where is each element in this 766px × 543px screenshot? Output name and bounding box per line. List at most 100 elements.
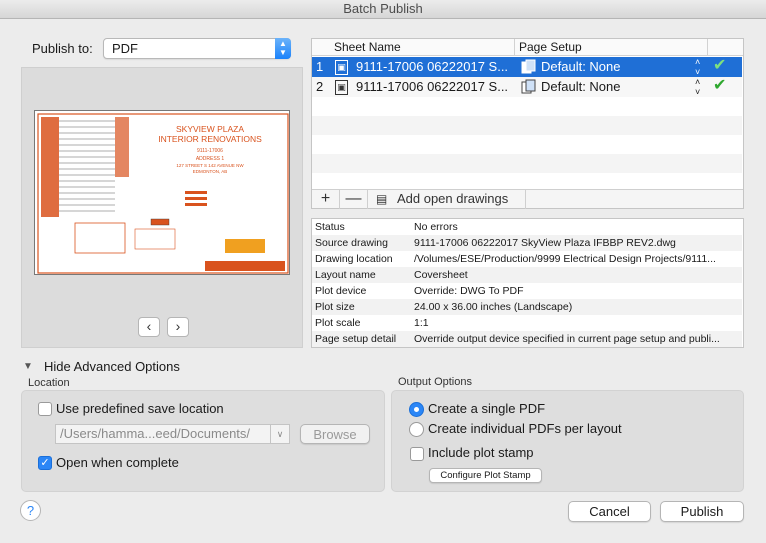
drawing-folder-icon: ▤ [376,192,388,206]
table-toolbar: + — ▤ Add open drawings [312,189,743,209]
details-row: Page setup detail Override output device … [312,331,742,347]
details-row: Plot scale 1:1 [312,315,742,331]
sheet-thumbnail: SKYVIEW PLAZA INTERIOR RENOVATIONS 9111-… [34,110,290,275]
publish-format-value: PDF [112,41,138,56]
details-value: 24.00 x 36.00 inches (Landscape) [414,301,573,313]
details-value: /Volumes/ESE/Production/9999 Electrical … [414,253,716,265]
details-value: Coversheet [414,269,468,281]
individual-pdfs-radio[interactable] [409,422,424,437]
browse-button[interactable]: Browse [300,424,370,444]
setup-stepper-icon[interactable]: ˄ ˅ [695,57,700,77]
individual-pdfs-label: Create individual PDFs per layout [428,421,622,436]
row-sheet-name: 9111-17006 06222017 S... [356,79,509,94]
add-open-drawings-label: Add open drawings [396,191,509,206]
browse-label: Browse [313,427,357,442]
question-mark-icon: ? [26,503,35,518]
remove-sheet-button[interactable]: — [340,190,368,209]
help-button[interactable]: ? [20,500,41,521]
next-sheet-button[interactable]: › [167,317,189,337]
col-header-sheet-name[interactable]: Sheet Name [312,39,515,56]
col-header-page-setup-label: Page Setup [519,40,582,54]
setup-stepper-icon[interactable]: ˄ ˅ [695,77,700,97]
publish-label: Publish [680,504,724,519]
publish-to-label: Publish to: [32,41,93,56]
details-row: Plot device Override: DWG To PDF [312,283,742,299]
sheet-title-1: SKYVIEW PLAZA [175,124,245,134]
chevron-left-icon: ‹ [146,318,152,334]
preview-panel: SKYVIEW PLAZA INTERIOR RENOVATIONS 9111-… [21,67,303,348]
open-when-complete-label: Open when complete [56,455,179,470]
add-open-drawings-button[interactable]: ▤ Add open drawings [368,190,526,209]
sheet-sub-2: ADDRESS 1 [195,156,225,162]
sheets-table: Sheet Name Page Setup 1 ▣ 9111-17006 062… [311,38,744,209]
predefined-location-label: Use predefined save location [56,401,224,416]
details-value: Override: DWG To PDF [414,285,524,297]
single-pdf-label: Create a single PDF [428,401,546,416]
row-page-setup: Default: None [541,59,621,74]
cancel-label: Cancel [589,504,630,519]
hide-advanced-options[interactable]: Hide Advanced Options [44,359,180,374]
add-sheet-button[interactable]: + [312,190,340,209]
prev-sheet-button[interactable]: ‹ [138,317,160,337]
col-header-page-setup[interactable]: Page Setup [515,39,708,56]
details-value: 1:1 [414,317,429,329]
output-group: Create a single PDF Create individual PD… [391,390,744,492]
page-setup-icon [521,59,537,75]
col-header-sheet-name-label: Sheet Name [334,40,401,54]
plus-icon: + [320,190,331,207]
publish-format-select[interactable]: PDF ▲ ▼ [103,38,291,59]
sheet-details: Status No errors Source drawing 9111-17006 … [311,218,744,348]
details-value: Override output device specified in curr… [414,333,720,345]
table-row[interactable]: 1 ▣ 9111-17006 06222017 S... Default: No… [312,57,742,77]
details-row: Layout name Coversheet [312,267,742,283]
window-title: Batch Publish [343,1,423,16]
details-key: Source drawing [315,237,388,249]
page-setup-icon [521,79,537,95]
cancel-button[interactable]: Cancel [568,501,651,522]
disclosure-triangle-icon[interactable]: ▼ [23,361,33,372]
output-section-label: Output Options [398,376,472,388]
details-row: Plot size 24.00 x 36.00 inches (Landscape… [312,299,742,315]
empty-row [312,154,742,173]
save-path-field[interactable]: /Users/hamma...eed/Documents/ [55,424,289,444]
details-key: Plot device [315,285,367,297]
details-key: Plot scale [315,317,361,329]
chevron-right-icon: › [175,318,181,334]
details-row: Source drawing 9111-17006 06222017 SkyVie… [312,235,742,251]
details-key: Layout name [315,269,376,281]
single-pdf-radio[interactable] [409,402,424,417]
details-row: Drawing location/Volumes/ESE/Production/… [312,251,742,267]
checkmark-icon: ✔ [713,77,727,94]
row-number: 2 [316,79,324,94]
predefined-location-checkbox[interactable] [38,402,52,416]
configure-plot-stamp-button[interactable]: Configure Plot Stamp [429,468,542,483]
plot-stamp-label: Include plot stamp [428,445,534,460]
drawing-file-icon: ▣ [335,80,348,95]
chevron-updown-icon: ▲ ▼ [275,38,291,59]
publish-button[interactable]: Publish [660,501,744,522]
row-page-setup: Default: None [541,79,621,94]
details-key: Plot size [315,301,355,313]
empty-row [312,135,742,154]
details-value: 9111-17006 06222017 SkyView Plaza IFBBP … [414,237,676,249]
checkmark-icon: ✓ [40,457,50,469]
chevron-down-icon[interactable]: ∨ [270,424,290,444]
row-sheet-name: 9111-17006 06222017 S... [356,59,509,74]
open-when-complete-checkbox[interactable]: ✓ [38,456,52,470]
col-header-status [708,39,743,56]
plot-stamp-checkbox[interactable] [410,447,424,461]
window-titlebar: Batch Publish [0,0,766,19]
empty-row [312,116,742,135]
table-row[interactable]: 2 ▣ 9111-17006 06222017 S... Default: No… [312,77,742,97]
minus-icon: — [345,190,362,207]
configure-plot-stamp-label: Configure Plot Stamp [440,470,531,481]
details-key: Drawing location [315,253,393,265]
empty-row [312,97,742,116]
details-row: Status No errors [312,219,742,235]
details-key: Page setup detail [315,333,397,345]
sheet-title-2: INTERIOR RENOVATIONS [158,134,262,144]
save-path-value: /Users/hamma...eed/Documents/ [60,426,251,441]
details-key: Status [315,221,345,233]
location-section-label: Location [28,377,70,389]
sheet-sub-3: 127 STREET S 142 AVENUE NW [176,163,244,168]
